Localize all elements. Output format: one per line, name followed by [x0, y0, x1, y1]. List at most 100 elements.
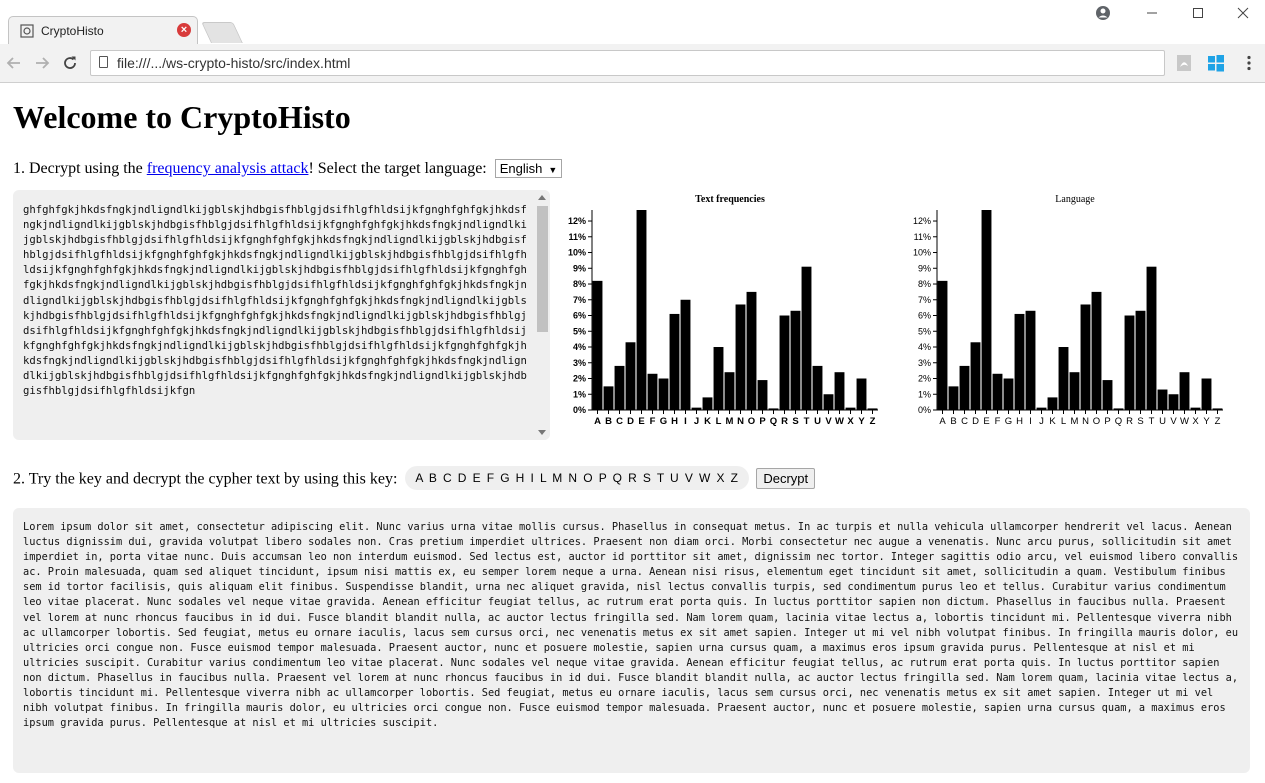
y-tick-label: 5% [918, 326, 931, 336]
bar-f [992, 373, 1003, 410]
x-tick-label: L [1061, 416, 1066, 427]
scroll-thumb[interactable] [537, 206, 548, 332]
x-tick-label: K [704, 416, 711, 427]
bar-m [1069, 372, 1080, 410]
y-tick-label: 1% [573, 389, 586, 399]
y-tick-label: 8% [918, 279, 931, 289]
bar-r [779, 315, 790, 410]
x-tick-label: A [939, 416, 946, 427]
y-tick-label: 1% [918, 389, 931, 399]
x-tick-label: S [1137, 416, 1143, 427]
x-tick-label: N [1082, 416, 1089, 427]
x-tick-label: Z [1215, 416, 1221, 427]
bar-g [1003, 378, 1014, 410]
bar-h [1014, 313, 1025, 410]
maximize-icon[interactable] [1190, 5, 1206, 21]
x-tick-label: R [781, 416, 788, 427]
pdf-extension-icon[interactable] [1175, 54, 1193, 72]
x-tick-label: A [594, 416, 601, 427]
kebab-menu-icon[interactable] [1240, 54, 1258, 72]
y-tick-label: 3% [573, 358, 586, 368]
browser-tab[interactable]: CryptoHisto × [8, 16, 198, 44]
bar-l [1058, 347, 1069, 410]
bar-m [724, 372, 735, 410]
x-tick-label: P [759, 416, 766, 427]
minimize-icon[interactable] [1144, 5, 1160, 21]
decrypt-button[interactable]: Decrypt [756, 467, 816, 489]
bar-o [1091, 291, 1102, 410]
bar-n [735, 304, 746, 410]
bar-l [713, 347, 724, 410]
y-tick-label: 12% [568, 216, 586, 226]
bar-a [592, 280, 603, 410]
bar-w [1179, 372, 1190, 410]
browser-toolbar: file:///.../ws-crypto-histo/src/index.ht… [0, 44, 1265, 83]
x-tick-label: R [1126, 416, 1133, 427]
new-tab-button[interactable] [201, 22, 243, 43]
frequency-analysis-link[interactable]: frequency analysis attack [147, 160, 309, 177]
cipher-scrollbar[interactable] [535, 190, 550, 440]
x-tick-label: X [847, 416, 854, 427]
bar-t [1146, 266, 1157, 410]
bar-q [768, 408, 779, 410]
y-tick-label: 12% [913, 216, 931, 226]
y-tick-label: 9% [918, 263, 931, 273]
close-tab-icon[interactable]: × [177, 23, 191, 37]
reload-icon[interactable] [62, 55, 78, 71]
arrow-right-icon[interactable] [34, 55, 50, 71]
x-tick-label: O [1093, 416, 1100, 427]
cipher-textarea[interactable]: ghfghfgkjhkdsfngkjndligndlkijgblskjhdbgi… [13, 190, 550, 440]
x-tick-label: W [835, 416, 844, 427]
x-tick-label: H [671, 416, 678, 427]
windows-extension-icon[interactable] [1207, 54, 1225, 72]
y-tick-label: 9% [573, 263, 586, 273]
account-icon[interactable] [1095, 5, 1111, 21]
x-tick-label: F [995, 416, 1001, 427]
x-tick-label: D [972, 416, 979, 427]
scroll-up-icon[interactable] [538, 195, 546, 200]
x-tick-label: E [638, 416, 644, 427]
plain-text: Lorem ipsum dolor sit amet, consectetur … [23, 521, 1239, 730]
address-url: file:///.../ws-crypto-histo/src/index.ht… [117, 55, 351, 71]
bar-s [790, 310, 801, 410]
step2-prefix: 2. Try the key and decrypt the cypher te… [13, 470, 398, 488]
x-tick-label: Z [870, 416, 876, 427]
x-tick-label: C [616, 416, 623, 427]
x-tick-label: S [792, 416, 798, 427]
y-tick-label: 0% [573, 405, 586, 415]
x-tick-label: E [983, 416, 989, 427]
x-tick-label: O [748, 416, 755, 427]
bar-u [1157, 389, 1168, 410]
page-title: Welcome to CryptoHisto [13, 99, 351, 135]
plaintext-output: Lorem ipsum dolor sit amet, consectetur … [13, 508, 1250, 773]
y-tick-label: 10% [568, 248, 586, 258]
bar-z [867, 408, 878, 410]
x-tick-label: B [950, 416, 956, 427]
y-tick-label: 10% [913, 248, 931, 258]
bar-w [834, 372, 845, 410]
chevron-down-icon: ▼ [548, 165, 558, 175]
chart-title: Text frequencies [695, 194, 765, 205]
bar-y [1201, 378, 1212, 410]
step2-instructions: 2. Try the key and decrypt the cypher te… [13, 466, 816, 492]
bar-s [1135, 310, 1146, 410]
text-frequencies-chart: Text frequencies 0% 1% 2% 3% 4% 5% 6% 7% 8% 9% 10% 1… [568, 194, 878, 427]
scroll-down-icon[interactable] [538, 430, 546, 435]
chart-title: Language [1055, 194, 1095, 205]
bar-u [812, 365, 823, 410]
x-tick-label: B [605, 416, 612, 427]
close-window-icon[interactable] [1235, 5, 1251, 21]
language-select[interactable]: English ▼ [494, 159, 563, 178]
bar-v [823, 394, 834, 410]
key-input[interactable]: A B C D E F G H I L M N O P Q R S T U V … [405, 466, 750, 490]
language-frequencies-chart: Language 0% 1% 2% 3% 4% 5% 6% 7% 8% 9% 10% 11% 12% A B C… [913, 194, 1223, 427]
y-tick-label: 7% [573, 295, 586, 305]
y-tick-label: 2% [918, 374, 931, 384]
bar-z [1212, 408, 1223, 410]
arrow-left-icon[interactable] [6, 55, 22, 71]
bar-j [1036, 407, 1047, 410]
address-bar[interactable]: file:///.../ws-crypto-histo/src/index.ht… [90, 50, 1165, 76]
cipher-text: ghfghfgkjhkdsfngkjndligndlkijgblskjhdbgi… [23, 204, 527, 398]
page-content: Welcome to CryptoHisto 1. Decrypt using … [0, 83, 1265, 783]
bar-g [658, 378, 669, 410]
